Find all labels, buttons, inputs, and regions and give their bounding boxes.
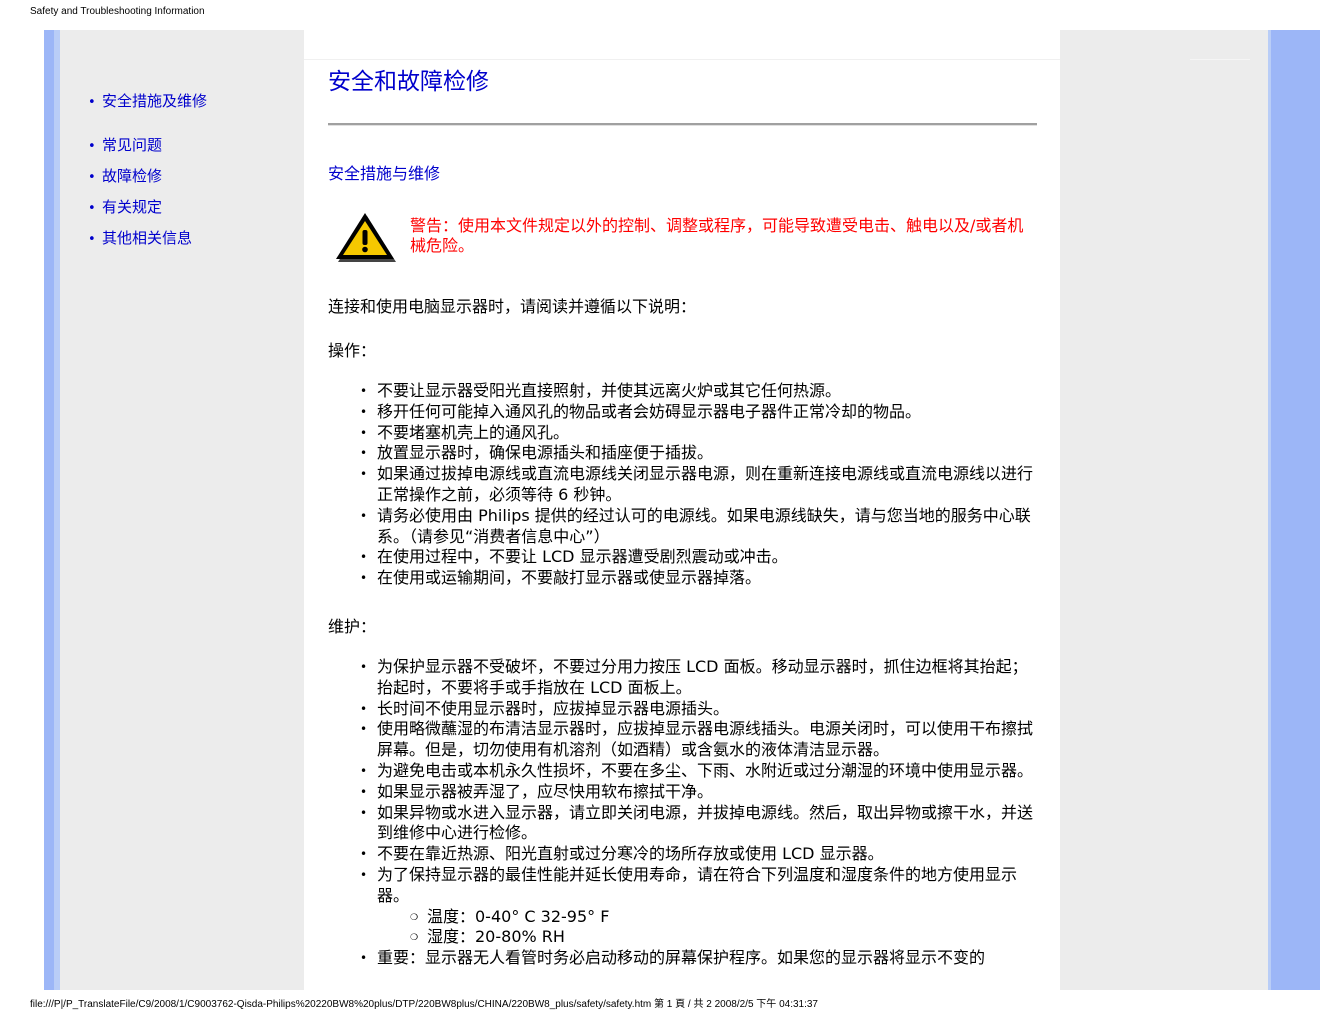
list-item: 不要堵塞机壳上的通风孔。 <box>360 423 1039 444</box>
sidebar-item-regulatory[interactable]: • 有关规定 <box>88 196 162 217</box>
list-item: 为保护显示器不受破坏，不要过分用力按压 LCD 面板。移动显示器时，抓住边框将其… <box>360 657 1039 699</box>
operation-list: 不要让显示器受阳光直接照射，并使其远离火炉或其它任何热源。 移开任何可能掉入通风… <box>360 381 1039 589</box>
maintenance-list: 为保护显示器不受破坏，不要过分用力按压 LCD 面板。移动显示器时，抓住边框将其… <box>360 657 1039 969</box>
page-frame: • 安全措施及维修 • 常见问题 • 故障检修 • 有关规定 • 其他相关信息 安全和故障… <box>44 30 1320 990</box>
list-item: 为避免电击或本机永久性损坏，不要在多尘、下雨、水附近或过分潮湿的环境中使用显示器… <box>360 761 1039 782</box>
right-accent-stripe <box>1268 30 1320 990</box>
title-rule <box>328 123 1037 126</box>
warning-triangle-icon <box>336 213 396 262</box>
bullet-icon: • <box>88 170 96 185</box>
list-item: 在使用或运输期间，不要敲打显示器或使显示器掉落。 <box>360 568 1039 589</box>
sidebar: • 安全措施及维修 • 常见问题 • 故障检修 • 有关规定 • 其他相关信息 <box>60 30 304 990</box>
sidebar-link-regulatory[interactable]: 有关规定 <box>102 198 162 216</box>
list-item-text: 为了保持显示器的最佳性能并延长使用寿命，请在符合下列温度和湿度条件的地方使用显示… <box>377 864 1018 905</box>
sidebar-item-other-info[interactable]: • 其他相关信息 <box>88 227 192 248</box>
right-accent-stripe-edge <box>1268 30 1271 990</box>
list-item: 如果异物或水进入显示器，请立即关闭电源，并拔掉电源线。然后，取出异物或擦干水，并… <box>360 803 1039 845</box>
left-accent-stripe <box>44 30 54 990</box>
bullet-icon: • <box>88 201 96 216</box>
list-item: 移开任何可能掉入通风孔的物品或者会妨碍显示器电子器件正常冷却的物品。 <box>360 402 1039 423</box>
list-item: 如果显示器被弄湿了，应尽快用软布擦拭干净。 <box>360 782 1039 803</box>
list-item: 重要：显示器无人看管时务必启动移动的屏幕保护程序。如果您的显示器将显示不变的 <box>360 948 1039 969</box>
print-footer: file:///P|/P_TranslateFile/C9/2008/1/C90… <box>30 999 818 1010</box>
sidebar-item-troubleshooting[interactable]: • 故障检修 <box>88 165 162 186</box>
right-margin <box>1060 30 1268 990</box>
main-content: 安全和故障检修 安全措施与维修 警告：使用本文件规定以外的控制、调整或程序，可能… <box>304 30 1060 990</box>
list-item: 如果通过拔掉电源线或直流电源线关闭显示器电源，则在重新连接电源线或直流电源线以进… <box>360 464 1039 506</box>
bullet-icon: • <box>88 139 96 154</box>
list-item: 在使用过程中，不要让 LCD 显示器遭受剧烈震动或冲击。 <box>360 547 1039 568</box>
list-item: 为了保持显示器的最佳性能并延长使用寿命，请在符合下列温度和湿度条件的地方使用显示… <box>360 864 1039 949</box>
list-item: 不要让显示器受阳光直接照射，并使其远离火炉或其它任何热源。 <box>360 381 1039 402</box>
list-item: 请务必使用由 Philips 提供的经过认可的电源线。如果电源线缺失，请与您当地… <box>360 506 1039 548</box>
bullet-icon: • <box>88 232 96 247</box>
page-title: 安全和故障检修 <box>328 69 489 95</box>
list-item: 使用略微蘸湿的布清洁显示器时，应拔掉显示器电源线插头。电源关闭时，可以使用干布擦… <box>360 719 1039 761</box>
maintenance-heading: 维护： <box>328 617 377 636</box>
conditions-list: 温度：0-40° C 32-95° F 湿度：20-80% RH <box>377 907 1039 949</box>
list-item: 放置显示器时，确保电源插头和插座便于插拔。 <box>360 443 1039 464</box>
list-item: 不要在靠近热源、阳光直射或过分寒冷的场所存放或使用 LCD 显示器。 <box>360 844 1039 865</box>
sidebar-item-safety[interactable]: • 安全措施及维修 <box>88 90 207 111</box>
right-divider <box>1190 59 1250 60</box>
intro-text: 连接和使用电脑显示器时，请阅读并遵循以下说明： <box>328 297 697 316</box>
print-header: Safety and Troubleshooting Information <box>30 6 205 17</box>
list-item: 长时间不使用显示器时，应拔掉显示器电源插头。 <box>360 699 1039 720</box>
sidebar-link-other-info[interactable]: 其他相关信息 <box>102 229 192 247</box>
sidebar-link-faq[interactable]: 常见问题 <box>102 136 162 154</box>
warning-text: 警告：使用本文件规定以外的控制、调整或程序，可能导致遭受电击、触电以及/或者机械… <box>410 216 1024 255</box>
sidebar-link-troubleshooting[interactable]: 故障检修 <box>102 167 162 185</box>
section-title[interactable]: 安全措施与维修 <box>328 160 440 184</box>
sidebar-link-safety[interactable]: 安全措施及维修 <box>102 92 207 110</box>
bullet-icon: • <box>88 95 96 110</box>
top-divider <box>304 59 1060 60</box>
condition-humidity: 湿度：20-80% RH <box>410 927 1039 949</box>
condition-temperature: 温度：0-40° C 32-95° F <box>410 907 1039 929</box>
operation-heading: 操作： <box>328 341 377 360</box>
sidebar-item-faq[interactable]: • 常见问题 <box>88 134 162 155</box>
